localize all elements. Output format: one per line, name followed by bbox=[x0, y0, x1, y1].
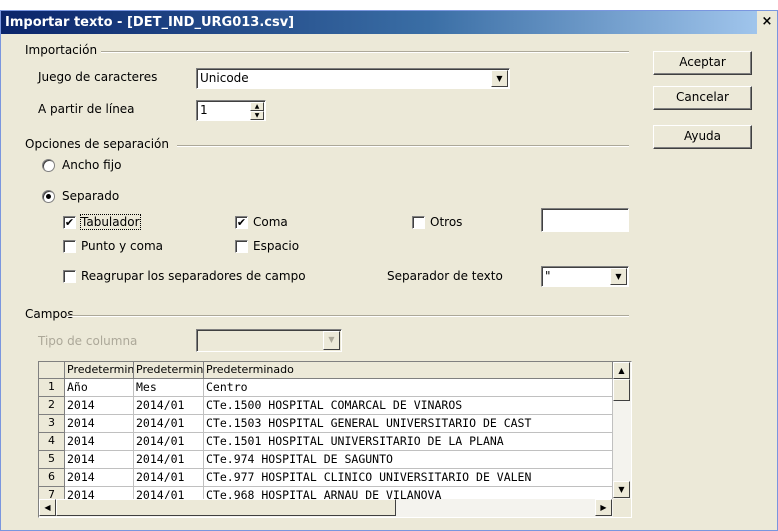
fields-group-divider bbox=[67, 315, 629, 317]
ok-button[interactable]: Aceptar bbox=[653, 51, 752, 75]
grid-cell[interactable]: CTe.968 HOSPITAL ARNAU DE VILANOVA bbox=[204, 487, 613, 499]
grid-cell[interactable]: 2014/01 bbox=[134, 451, 204, 469]
charset-dropdown[interactable]: Unicode ▼ bbox=[196, 68, 510, 89]
separated-radio[interactable] bbox=[42, 190, 55, 203]
help-button[interactable]: Ayuda bbox=[653, 125, 752, 149]
scroll-left-icon[interactable]: ◀ bbox=[39, 499, 56, 516]
close-icon: × bbox=[761, 14, 773, 29]
window-title: Importar texto - [DET_IND_URG013.csv] bbox=[5, 15, 295, 30]
grid-cell[interactable]: 2014 bbox=[65, 433, 134, 451]
separator-group-label: Opciones de separación bbox=[25, 137, 173, 151]
text-delimiter-dropdown[interactable]: " ▼ bbox=[541, 266, 629, 287]
row-number[interactable]: 4 bbox=[39, 433, 65, 451]
close-button[interactable]: × bbox=[757, 11, 777, 34]
grid-cell[interactable]: CTe.1501 HOSPITAL UNIVERSITARIO DE LA PL… bbox=[204, 433, 613, 451]
grid-cell[interactable]: 2014/01 bbox=[134, 415, 204, 433]
from-line-value: 1 bbox=[200, 103, 208, 117]
semicolon-checkbox[interactable] bbox=[63, 240, 76, 253]
separated-label[interactable]: Separado bbox=[62, 189, 119, 203]
grid-corner-cell bbox=[39, 362, 65, 379]
horizontal-scroll-thumb[interactable] bbox=[56, 499, 396, 516]
column-header[interactable]: Predeterminado bbox=[65, 362, 134, 379]
column-header[interactable]: Predeterminado bbox=[204, 362, 613, 379]
vertical-scrollbar[interactable]: ▲ ▼ bbox=[613, 362, 631, 499]
merge-delimiters-label[interactable]: Reagrupar los separadores de campo bbox=[81, 269, 306, 283]
fields-group-label: Campos bbox=[25, 307, 78, 321]
row-number[interactable]: 2 bbox=[39, 397, 65, 415]
grid-cell[interactable]: CTe.1503 HOSPITAL GENERAL UNIVERSITARIO … bbox=[204, 415, 613, 433]
vertical-scroll-thumb[interactable] bbox=[613, 379, 630, 401]
preview-grid-cells: Predeterminado Predeterminado Predetermi… bbox=[39, 362, 613, 499]
tab-label[interactable]: Tabulador bbox=[80, 214, 141, 230]
scroll-down-icon[interactable]: ▼ bbox=[613, 481, 630, 498]
grid-cell[interactable]: CTe.1500 HOSPITAL COMARCAL DE VINAROS bbox=[204, 397, 613, 415]
column-type-label: Tipo de columna bbox=[38, 334, 138, 348]
chevron-down-icon[interactable]: ▼ bbox=[610, 268, 627, 285]
spin-up-icon[interactable]: ▲ bbox=[250, 102, 264, 111]
comma-label[interactable]: Coma bbox=[253, 215, 288, 229]
row-number[interactable]: 1 bbox=[39, 379, 65, 397]
space-checkbox[interactable] bbox=[235, 240, 248, 253]
grid-cell[interactable]: Centro bbox=[204, 379, 613, 397]
import-text-dialog: Importar texto - [DET_IND_URG013.csv] × … bbox=[0, 10, 778, 531]
title-bar[interactable]: Importar texto - [DET_IND_URG013.csv] bbox=[1, 11, 777, 34]
space-label[interactable]: Espacio bbox=[253, 239, 299, 253]
merge-delimiters-checkbox[interactable] bbox=[63, 270, 76, 283]
from-line-label: A partir de línea bbox=[38, 102, 135, 116]
fixed-width-radio[interactable] bbox=[42, 159, 55, 172]
other-separator-input[interactable] bbox=[541, 208, 629, 232]
import-group-label: Importación bbox=[25, 43, 102, 57]
row-number[interactable]: 7 bbox=[39, 487, 65, 499]
charset-label: Juego de caracteres bbox=[38, 70, 158, 84]
chevron-down-icon[interactable]: ▼ bbox=[491, 70, 508, 87]
grid-cell[interactable]: 2014/01 bbox=[134, 397, 204, 415]
row-number[interactable]: 5 bbox=[39, 451, 65, 469]
other-checkbox[interactable] bbox=[412, 216, 425, 229]
row-number[interactable]: 6 bbox=[39, 469, 65, 487]
row-number[interactable]: 3 bbox=[39, 415, 65, 433]
spin-down-icon[interactable]: ▼ bbox=[250, 111, 264, 120]
import-group-divider bbox=[101, 51, 629, 53]
text-delimiter-value: " bbox=[545, 269, 551, 283]
charset-value: Unicode bbox=[200, 71, 249, 85]
check-icon: ✔ bbox=[64, 216, 75, 229]
separator-group-divider bbox=[177, 145, 629, 147]
horizontal-scrollbar[interactable]: ◀ ▶ bbox=[39, 499, 613, 517]
grid-cell[interactable]: 2014/01 bbox=[134, 487, 204, 499]
scroll-right-icon[interactable]: ▶ bbox=[595, 499, 612, 516]
grid-cell[interactable]: 2014/01 bbox=[134, 469, 204, 487]
tab-checkbox[interactable]: ✔ bbox=[63, 216, 76, 229]
cancel-button[interactable]: Cancelar bbox=[653, 86, 752, 110]
text-delimiter-label: Separador de texto bbox=[387, 269, 503, 283]
grid-cell[interactable]: 2014 bbox=[65, 487, 134, 499]
preview-grid[interactable]: Predeterminado Predeterminado Predetermi… bbox=[38, 361, 632, 518]
fixed-width-label[interactable]: Ancho fijo bbox=[62, 158, 121, 172]
grid-cell[interactable]: 2014/01 bbox=[134, 433, 204, 451]
from-line-spinner[interactable]: 1 ▲ ▼ bbox=[196, 100, 266, 121]
scroll-up-icon[interactable]: ▲ bbox=[613, 362, 630, 379]
radio-selected-dot bbox=[46, 194, 51, 199]
grid-cell[interactable]: Mes bbox=[134, 379, 204, 397]
semicolon-label[interactable]: Punto y coma bbox=[81, 239, 163, 253]
grid-cell[interactable]: 2014 bbox=[65, 451, 134, 469]
check-icon: ✔ bbox=[236, 216, 247, 229]
chevron-down-icon[interactable]: ▼ bbox=[323, 331, 340, 350]
other-label[interactable]: Otros bbox=[430, 215, 462, 229]
grid-cell[interactable]: CTe.977 HOSPITAL CLINICO UNIVERSITARIO D… bbox=[204, 469, 613, 487]
grid-cell[interactable]: 2014 bbox=[65, 415, 134, 433]
scrollbar-corner bbox=[613, 499, 631, 517]
grid-cell[interactable]: CTe.974 HOSPITAL DE SAGUNTO bbox=[204, 451, 613, 469]
comma-checkbox[interactable]: ✔ bbox=[235, 216, 248, 229]
grid-cell[interactable]: 2014 bbox=[65, 397, 134, 415]
column-header[interactable]: Predeterminado bbox=[134, 362, 204, 379]
grid-cell[interactable]: Año bbox=[65, 379, 134, 397]
grid-cell[interactable]: 2014 bbox=[65, 469, 134, 487]
column-type-dropdown[interactable]: ▼ bbox=[196, 329, 342, 352]
